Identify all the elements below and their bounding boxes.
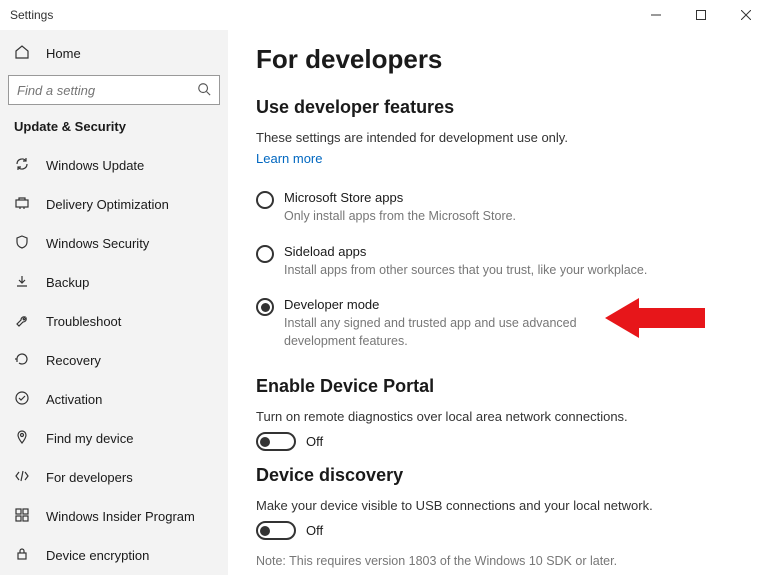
learn-more-link[interactable]: Learn more (256, 151, 322, 166)
close-button[interactable] (723, 0, 768, 30)
device-portal-toggle[interactable] (256, 432, 296, 451)
sidebar-item-label: Windows Update (46, 158, 144, 173)
sidebar-item-windows-security[interactable]: Windows Security (0, 224, 228, 263)
location-icon (14, 429, 30, 448)
lock-icon (14, 546, 30, 565)
shield-icon (14, 234, 30, 253)
sidebar-item-windows-insider[interactable]: Windows Insider Program (0, 497, 228, 536)
sidebar-item-label: Recovery (46, 353, 101, 368)
window-controls (633, 0, 768, 30)
delivery-icon (14, 195, 30, 214)
sidebar-item-troubleshoot[interactable]: Troubleshoot (0, 302, 228, 341)
sidebar-item-windows-update[interactable]: Windows Update (0, 146, 228, 185)
radio-label: Microsoft Store apps (284, 190, 738, 205)
check-icon (14, 390, 30, 409)
radio-desc: Install apps from other sources that you… (284, 262, 738, 280)
insider-icon (14, 507, 30, 526)
radio-desc: Only install apps from the Microsoft Sto… (284, 208, 738, 226)
device-discovery-heading: Device discovery (256, 465, 738, 486)
device-portal-toggle-label: Off (306, 434, 323, 449)
maximize-button[interactable] (678, 0, 723, 30)
radio-label: Sideload apps (284, 244, 738, 259)
home-label: Home (46, 46, 81, 61)
page-title: For developers (256, 44, 738, 75)
window-title: Settings (10, 8, 53, 22)
sidebar-item-recovery[interactable]: Recovery (0, 341, 228, 380)
main-content: For developers Use developer features Th… (228, 30, 768, 575)
backup-icon (14, 273, 30, 292)
device-portal-desc: Turn on remote diagnostics over local ar… (256, 409, 738, 424)
device-discovery-desc: Make your device visible to USB connecti… (256, 498, 738, 513)
radio-microsoft-store-apps[interactable]: Microsoft Store apps Only install apps f… (256, 184, 738, 238)
sidebar-heading: Update & Security (0, 119, 228, 146)
sidebar-item-find-my-device[interactable]: Find my device (0, 419, 228, 458)
search-field[interactable] (17, 83, 197, 98)
device-discovery-toggle[interactable] (256, 521, 296, 540)
sidebar-item-label: Find my device (46, 431, 133, 446)
sidebar-item-label: For developers (46, 470, 133, 485)
sidebar: Home Update & Security Windows Update De… (0, 30, 228, 575)
sidebar-item-label: Device encryption (46, 548, 149, 563)
search-input[interactable] (8, 75, 220, 105)
features-heading: Use developer features (256, 97, 738, 118)
sidebar-item-for-developers[interactable]: For developers (0, 458, 228, 497)
search-icon (197, 82, 211, 99)
sidebar-item-label: Delivery Optimization (46, 197, 169, 212)
radio-desc: Install any signed and trusted app and u… (284, 315, 614, 350)
sidebar-item-backup[interactable]: Backup (0, 263, 228, 302)
features-intro: These settings are intended for developm… (256, 130, 738, 145)
sidebar-item-label: Windows Security (46, 236, 149, 251)
titlebar: Settings (0, 0, 768, 30)
recovery-icon (14, 351, 30, 370)
developer-icon (14, 468, 30, 487)
radio-developer-mode[interactable]: Developer mode Install any signed and tr… (256, 291, 738, 362)
device-discovery-toggle-label: Off (306, 523, 323, 538)
sidebar-item-device-encryption[interactable]: Device encryption (0, 536, 228, 575)
sidebar-item-label: Backup (46, 275, 89, 290)
radio-label: Developer mode (284, 297, 738, 312)
sync-icon (14, 156, 30, 175)
radio-icon (256, 191, 274, 209)
home-icon (14, 44, 30, 63)
home-nav[interactable]: Home (0, 36, 228, 75)
sidebar-item-delivery-optimization[interactable]: Delivery Optimization (0, 185, 228, 224)
sidebar-item-label: Windows Insider Program (46, 509, 195, 524)
device-portal-heading: Enable Device Portal (256, 376, 738, 397)
radio-sideload-apps[interactable]: Sideload apps Install apps from other so… (256, 238, 738, 292)
sidebar-item-label: Troubleshoot (46, 314, 121, 329)
device-discovery-note: Note: This requires version 1803 of the … (256, 554, 738, 568)
minimize-button[interactable] (633, 0, 678, 30)
nav-list: Windows Update Delivery Optimization Win… (0, 146, 228, 575)
sidebar-item-activation[interactable]: Activation (0, 380, 228, 419)
radio-icon (256, 245, 274, 263)
radio-icon (256, 298, 274, 316)
sidebar-item-label: Activation (46, 392, 102, 407)
wrench-icon (14, 312, 30, 331)
